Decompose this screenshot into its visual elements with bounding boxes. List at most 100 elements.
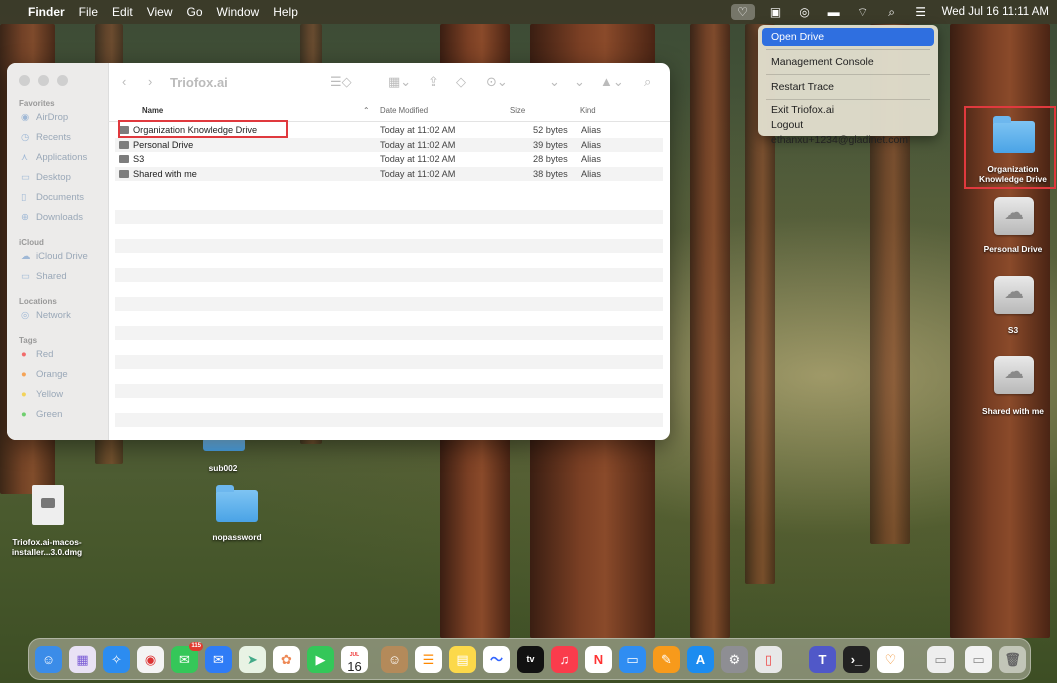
iphone-mirroring-app-icon[interactable]: ▯ [755, 646, 782, 673]
sidebar-item-label: Shared [36, 271, 67, 282]
mail-app-icon[interactable]: ✉ [205, 646, 232, 673]
folder-icon[interactable] [216, 485, 258, 522]
menu-item-logout[interactable]: Logout ethanxu+1234@gladinet.com [762, 118, 934, 146]
menu-go[interactable]: Go [187, 5, 203, 19]
vpn-icon[interactable]: ◎ [797, 5, 813, 19]
minimize-button[interactable] [38, 75, 49, 86]
battery-icon[interactable]: ▬ [826, 5, 842, 19]
status-app-icon[interactable]: ▣ [768, 5, 784, 19]
menu-item-management-console[interactable]: Management Console [762, 53, 934, 71]
safari-app-icon[interactable]: ✧ [103, 646, 130, 673]
appletv-app-icon[interactable]: tv [517, 646, 544, 673]
sidebar-item-icloud-drive[interactable]: ☁ iCloud Drive [7, 247, 108, 267]
sidebar-tag-green[interactable]: ● Green [7, 405, 108, 425]
desktop-personal-drive-label[interactable]: Personal Drive [970, 244, 1056, 254]
spotlight-search-icon[interactable]: ⌕ [884, 5, 900, 19]
keynote-app-icon[interactable]: ▭ [619, 646, 646, 673]
pages-app-icon[interactable]: ✎ [653, 646, 680, 673]
chrome-app-icon[interactable]: ◉ [137, 646, 164, 673]
column-date-modified[interactable]: Date Modified [380, 106, 428, 115]
desktop-folder-nopassword-label[interactable]: nopassword [202, 532, 272, 542]
sidebar-item-airdrop[interactable]: ◉ AirDrop [7, 108, 108, 128]
grid-view-icon[interactable]: ▦⌄ [388, 74, 411, 90]
sidebar-item-downloads[interactable]: ⊕ Downloads [7, 208, 108, 228]
menu-help[interactable]: Help [273, 5, 298, 19]
chevron-down-icon[interactable]: ⌄ [549, 74, 560, 90]
menu-item-restart-trace[interactable]: Restart Trace [762, 78, 934, 96]
dmg-file-icon[interactable] [32, 485, 64, 525]
sidebar-item-network[interactable]: ◎ Network [7, 306, 108, 326]
wifi-icon[interactable]: ⌔ [855, 5, 871, 19]
search-icon[interactable]: ⌕ [644, 74, 651, 90]
sidebar-item-recents[interactable]: ◷ Recents [7, 128, 108, 148]
column-name[interactable]: Name [142, 106, 163, 115]
sidebar-item-documents[interactable]: ▯ Documents [7, 188, 108, 208]
calendar-day: 16 [347, 659, 362, 674]
sidebar-tag-yellow[interactable]: ● Yellow [7, 385, 108, 405]
messages-app-icon[interactable]: ✉ 115 [171, 642, 203, 673]
reminders-app-icon[interactable]: ☰ [415, 646, 442, 673]
sidebar-tag-red[interactable]: ● Red [7, 345, 108, 365]
recent-doc-icon[interactable]: ▭ [965, 646, 992, 673]
more-options-icon[interactable]: ⊙⌄ [486, 74, 508, 90]
tag-icon[interactable]: ◇ [456, 74, 466, 90]
facetime-app-icon[interactable]: ▶ [307, 646, 334, 673]
zoom-button[interactable] [57, 75, 68, 86]
sort-chevron-icon[interactable]: ⌃ [363, 106, 370, 115]
cloud-icon: ☁ [21, 251, 31, 262]
desktop-folder-sub002-label[interactable]: sub002 [190, 463, 256, 473]
menu-item-open-drive[interactable]: Open Drive [762, 28, 934, 46]
sidebar-item-applications[interactable]: ⋏ Applications [7, 148, 108, 168]
news-app-icon[interactable]: N [585, 646, 612, 673]
menu-view[interactable]: View [147, 5, 173, 19]
menu-separator [766, 99, 930, 100]
list-view-icon[interactable]: ☰◇ [330, 74, 352, 90]
triofox-menubar-icon[interactable]: ♡ [730, 4, 755, 20]
close-button[interactable] [19, 75, 30, 86]
desktop-dmg-label[interactable]: Triofox.ai-macos-installer...3.0.dmg [4, 537, 90, 557]
forward-button[interactable]: › [148, 74, 152, 89]
music-app-icon[interactable]: ♫ [551, 646, 578, 673]
drive-icon[interactable] [994, 197, 1034, 235]
finder-app-icon[interactable]: ☺ [35, 646, 62, 673]
table-row[interactable]: S3 Today at 11:02 AM 28 bytes Alias [115, 152, 663, 167]
menu-finder[interactable]: Finder [28, 5, 65, 19]
triofox-folder-icon[interactable]: ▲⌄ [600, 74, 624, 90]
notes-app-icon[interactable]: ▤ [449, 646, 476, 673]
appstore-app-icon[interactable]: A [687, 646, 714, 673]
menu-file[interactable]: File [79, 5, 98, 19]
contacts-app-icon[interactable]: ☺ [381, 646, 408, 673]
downloads-stack-icon[interactable]: ▭ [927, 646, 954, 673]
trash-icon[interactable]: 🗑 [999, 646, 1026, 673]
menu-edit[interactable]: Edit [112, 5, 133, 19]
chevron-down-icon[interactable]: ⌄ [574, 74, 585, 90]
sidebar-tag-orange[interactable]: ● Orange [7, 365, 108, 385]
table-row[interactable]: Personal Drive Today at 11:02 AM 39 byte… [115, 137, 663, 152]
photos-app-icon[interactable]: ✿ [273, 646, 300, 673]
share-icon[interactable]: ⇪ [428, 74, 439, 90]
control-center-icon[interactable]: ☰ [913, 5, 929, 19]
column-kind[interactable]: Kind [580, 106, 596, 115]
menubar-datetime[interactable]: Wed Jul 16 11:11 AM [942, 6, 1049, 18]
column-size[interactable]: Size [510, 106, 525, 115]
finder-sidebar: Favorites ◉ AirDrop ◷ Recents ⋏ Application… [7, 63, 109, 440]
sidebar-item-desktop[interactable]: ▭ Desktop [7, 168, 108, 188]
triofox-app-icon[interactable]: ♡ [877, 646, 904, 673]
back-button[interactable]: ‹ [122, 74, 126, 89]
sidebar-item-shared[interactable]: ▭ Shared [7, 267, 108, 287]
drive-icon[interactable] [994, 276, 1034, 314]
terminal-app-icon[interactable]: ›_ [843, 646, 870, 673]
desktop-s3-label[interactable]: S3 [970, 325, 1056, 335]
menu-item-exit-triofox[interactable]: Exit Triofox.ai [762, 103, 934, 118]
desktop-shared-with-me-label[interactable]: Shared with me [970, 406, 1056, 416]
drive-icon[interactable] [994, 356, 1034, 394]
system-settings-app-icon[interactable]: ⚙ [721, 646, 748, 673]
menu-window[interactable]: Window [217, 5, 260, 19]
empty-row [115, 354, 663, 369]
teams-app-icon[interactable]: T [809, 646, 836, 673]
table-row[interactable]: Shared with me Today at 11:02 AM 38 byte… [115, 166, 663, 181]
maps-app-icon[interactable]: ➤ [239, 646, 266, 673]
launchpad-app-icon[interactable]: ▦ [69, 646, 96, 673]
calendar-app-icon[interactable]: JUL 16 [341, 646, 368, 673]
freeform-app-icon[interactable]: 〜 [483, 646, 510, 673]
